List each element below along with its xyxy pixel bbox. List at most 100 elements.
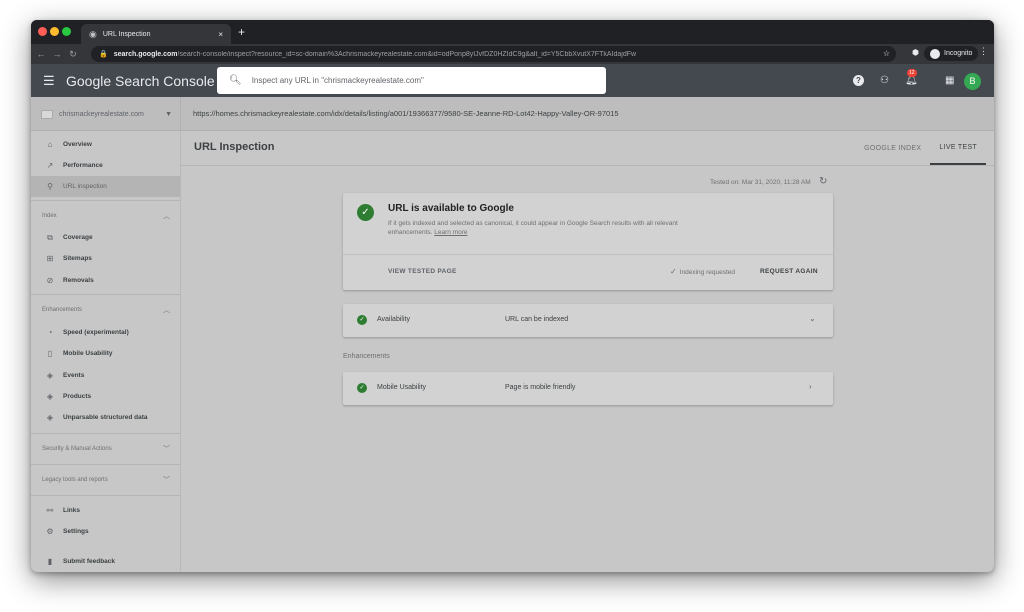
- reload-icon[interactable]: ↻: [67, 49, 79, 60]
- request-again-button[interactable]: REQUEST AGAIN: [760, 268, 818, 275]
- sidebar-item-overview[interactable]: ⌂ Overview: [31, 134, 180, 155]
- refresh-icon[interactable]: ↻: [819, 176, 827, 187]
- sidebar-item-speed[interactable]: ◔ Speed (experimental): [31, 322, 180, 343]
- sidebar-item-label: URL inspection: [63, 183, 107, 190]
- avatar[interactable]: B: [964, 73, 981, 90]
- apps-grid-icon[interactable]: ▦: [945, 75, 954, 86]
- sidebar-item-label: Events: [63, 372, 85, 379]
- section-label: Legacy tools and reports: [42, 477, 108, 483]
- enhancements-heading: Enhancements: [343, 353, 390, 360]
- app-header: ☰ Google Search Console 🔍︎ ? ⚇ 🔔︎ 12 ▦ B: [31, 64, 994, 97]
- incognito-icon: ◉: [89, 28, 97, 39]
- sidebar-item-label: Sitemaps: [63, 255, 92, 262]
- browser-menu-icon[interactable]: ⋮: [979, 46, 988, 57]
- view-tested-page-button[interactable]: VIEW TESTED PAGE: [388, 268, 457, 275]
- chevron-down-icon[interactable]: ⌄: [809, 314, 816, 323]
- feedback-icon: ▮: [47, 557, 53, 566]
- section-label: Security & Manual Actions: [42, 446, 112, 452]
- sidebar-item-label: Performance: [63, 162, 103, 169]
- sidebar-section-index[interactable]: Index ︿: [31, 206, 180, 226]
- browser-tab[interactable]: ◉ URL Inspection ×: [81, 24, 231, 44]
- extension-icon[interactable]: ⬢: [912, 48, 919, 57]
- tested-on-timestamp: Tested on: Mar 31, 2020, 11:28 AM: [710, 179, 811, 186]
- sidebar-item-submit-feedback[interactable]: ▮ Submit feedback: [31, 551, 180, 572]
- tab-title: URL Inspection: [102, 30, 151, 38]
- browser-toolbar: ← → ↻ 🔒 search.google.com /search-consol…: [31, 44, 994, 64]
- sidebar-item-settings[interactable]: ⚙ Settings: [31, 521, 180, 542]
- availability-label: Availability: [377, 316, 410, 323]
- sidebar-item-unparsable[interactable]: ◈ Unparsable structured data: [31, 407, 180, 428]
- sidebar-item-url-inspection[interactable]: ⚲ URL inspection: [31, 176, 180, 197]
- structured-data-icon: ◈: [46, 413, 54, 422]
- home-icon: ⌂: [47, 140, 53, 149]
- chevron-down-icon: ﹀: [163, 446, 170, 453]
- property-selector[interactable]: chrismackeyrealestate.com ▼: [31, 97, 181, 131]
- chevron-up-icon: ︿: [163, 307, 170, 314]
- smartphone-icon: ▯: [47, 349, 53, 358]
- mobile-usability-value: Page is mobile friendly: [505, 384, 576, 391]
- chevron-right-icon[interactable]: ›: [809, 382, 812, 391]
- sidebar-divider: [31, 433, 180, 434]
- sidebar-section-legacy[interactable]: Legacy tools and reports ﹀: [31, 470, 180, 490]
- sidebar-item-coverage[interactable]: ⧉ Coverage: [31, 227, 180, 248]
- sidebar-item-label: Speed (experimental): [63, 329, 129, 336]
- sidebar-divider: [31, 495, 180, 496]
- sidebar-item-performance[interactable]: ↗ Performance: [31, 155, 180, 176]
- sidebar-section-enhancements[interactable]: Enhancements ︿: [31, 300, 180, 320]
- address-bar[interactable]: 🔒 search.google.com /search-console/insp…: [91, 46, 896, 62]
- inspect-url-input[interactable]: [251, 76, 582, 85]
- sidebar-item-mobile-usability[interactable]: ▯ Mobile Usability: [31, 343, 180, 364]
- structured-data-icon: ◈: [46, 371, 54, 380]
- incognito-indicator[interactable]: Incognito: [924, 46, 979, 61]
- sidebar-item-sitemaps[interactable]: ⊞ Sitemaps: [31, 248, 180, 269]
- incognito-avatar-icon: [930, 48, 940, 59]
- incognito-label: Incognito: [944, 50, 973, 57]
- maximize-window-button[interactable]: [62, 27, 71, 36]
- lock-icon: 🔒: [99, 51, 108, 58]
- availability-row[interactable]: ✓ Availability URL can be indexed ⌄: [343, 304, 833, 337]
- property-name: chrismackeyrealestate.com: [59, 110, 144, 118]
- notifications-badge: 12: [907, 69, 917, 77]
- sidebar-item-label: Unparsable structured data: [63, 414, 148, 421]
- close-window-button[interactable]: [38, 27, 47, 36]
- new-tab-button[interactable]: +: [238, 24, 245, 40]
- app-content: chrismackeyrealestate.com ▼ https://home…: [31, 97, 994, 572]
- sitemap-icon: ⊞: [46, 254, 54, 263]
- url-path: /search-console/inspect?resource_id=sc-d…: [177, 50, 637, 58]
- sidebar-divider: [31, 464, 180, 465]
- card-divider: [343, 254, 833, 255]
- menu-icon[interactable]: ☰: [43, 73, 55, 89]
- sidebar-item-products[interactable]: ◈ Products: [31, 386, 180, 407]
- indexing-requested-status: ✓ Indexing requested: [670, 267, 735, 276]
- tab-close-icon[interactable]: ×: [218, 30, 223, 39]
- sidebar-item-label: Settings: [63, 528, 89, 535]
- sidebar-item-removals[interactable]: ⊘ Removals: [31, 270, 180, 291]
- forward-icon[interactable]: →: [51, 49, 63, 59]
- back-icon[interactable]: ←: [35, 49, 47, 59]
- help-icon[interactable]: ?: [853, 75, 864, 86]
- tab-google-index[interactable]: GOOGLE INDEX: [855, 131, 930, 165]
- app-logo[interactable]: Google Search Console: [66, 73, 215, 89]
- speedometer-icon: ◔: [47, 328, 53, 337]
- tab-live-test[interactable]: LIVE TEST: [930, 131, 986, 165]
- mobile-usability-label: Mobile Usability: [377, 384, 427, 391]
- minimize-window-button[interactable]: [50, 27, 59, 36]
- sidebar-item-links[interactable]: ⚯ Links: [31, 500, 180, 521]
- learn-more-link[interactable]: Learn more: [434, 229, 467, 236]
- sidebar-item-events[interactable]: ◈ Events: [31, 365, 180, 386]
- sidebar-item-label: Overview: [63, 141, 92, 148]
- bookmark-star-icon[interactable]: ☆: [883, 49, 890, 58]
- users-icon[interactable]: ⚇: [880, 75, 889, 86]
- search-box[interactable]: 🔍︎: [217, 67, 606, 94]
- inspection-tabs: GOOGLE INDEX LIVE TEST: [855, 131, 986, 165]
- property-bar: chrismackeyrealestate.com ▼ https://home…: [31, 97, 994, 131]
- page-title: URL Inspection: [194, 141, 275, 153]
- status-description-text: If it gets indexed and selected as canon…: [388, 220, 678, 236]
- mobile-usability-row[interactable]: ✓ Mobile Usability Page is mobile friend…: [343, 372, 833, 405]
- sidebar-section-security[interactable]: Security & Manual Actions ﹀: [31, 439, 180, 459]
- search-icon: ⚲: [47, 182, 53, 191]
- check-circle-icon: ✓: [357, 383, 367, 393]
- tabs-divider: [181, 165, 994, 166]
- availability-value: URL can be indexed: [505, 316, 569, 323]
- sidebar-item-label: Mobile Usability: [63, 350, 113, 357]
